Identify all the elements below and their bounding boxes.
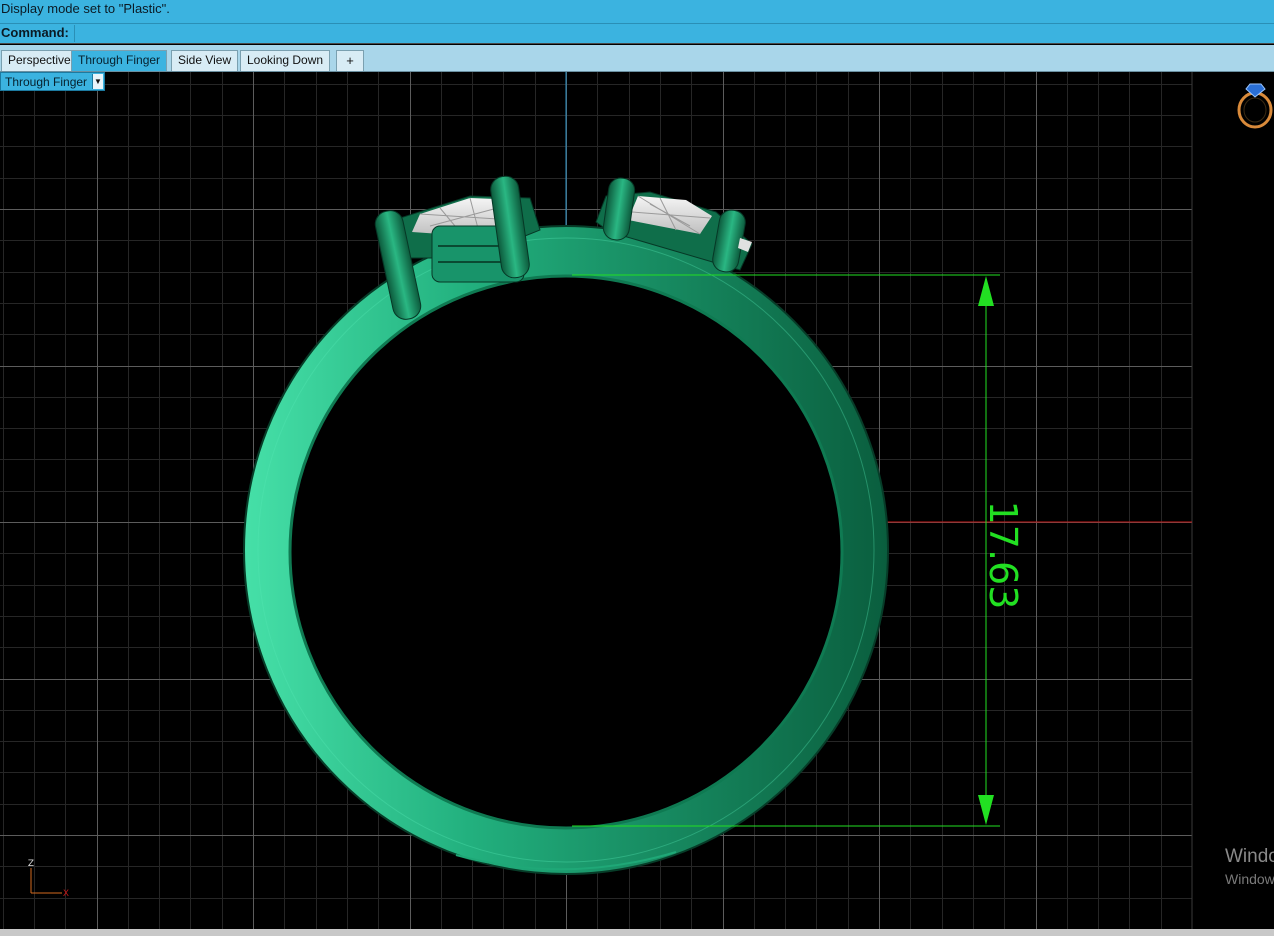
command-history: Display mode set to "Plastic". bbox=[0, 0, 1274, 24]
watermark-line-2: Window bbox=[1225, 871, 1274, 887]
ring-shank[interactable] bbox=[243, 225, 889, 875]
command-label: Command: bbox=[1, 25, 69, 40]
viewport-title[interactable]: Through Finger ▼ bbox=[0, 72, 105, 91]
axis-label-z: Z bbox=[28, 859, 34, 869]
dimension-arrow-up-icon bbox=[978, 276, 994, 306]
tab-looking-down[interactable]: Looking Down bbox=[240, 50, 331, 71]
activation-watermark: Windo Window bbox=[1225, 846, 1274, 890]
add-tab-icon[interactable]: + bbox=[336, 50, 364, 71]
viewport-margin bbox=[1192, 72, 1274, 929]
status-bar bbox=[0, 929, 1274, 936]
viewport-title-text: Through Finger bbox=[5, 75, 88, 89]
viewport-through-finger[interactable]: 17.63 Z X Through Finger ▼ bbox=[0, 72, 1274, 929]
tab-through-finger[interactable]: Through Finger bbox=[71, 50, 168, 71]
tab-side-view[interactable]: Side View bbox=[171, 50, 239, 71]
tab-perspective[interactable]: Perspective bbox=[1, 50, 78, 71]
command-input[interactable] bbox=[74, 25, 1272, 42]
watermark-line-1: Windo bbox=[1225, 846, 1274, 867]
axis-label-x: X bbox=[63, 889, 69, 899]
viewport-tabstrip: Perspective Through Finger Side View Loo… bbox=[0, 45, 1274, 72]
dimension-arrow-down-icon bbox=[978, 795, 994, 825]
viewport-canvas[interactable]: 17.63 Z X bbox=[0, 72, 1274, 929]
command-bar: Command: bbox=[0, 24, 1274, 44]
dimension-value: 17.63 bbox=[981, 501, 1025, 610]
chevron-down-icon[interactable]: ▼ bbox=[92, 74, 103, 89]
